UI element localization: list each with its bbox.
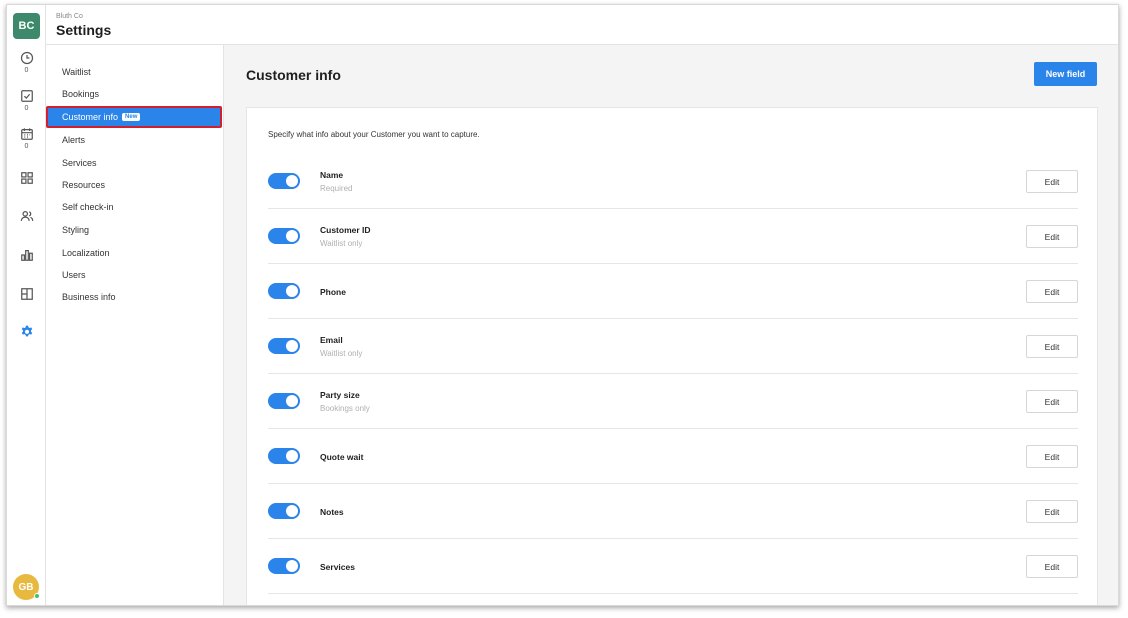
users-icon bbox=[20, 211, 33, 221]
app-title: Settings bbox=[56, 22, 112, 38]
calendar-icon bbox=[20, 128, 33, 140]
rail-layout[interactable] bbox=[7, 287, 46, 301]
edit-button[interactable]: Edit bbox=[1026, 225, 1078, 248]
field-toggle[interactable] bbox=[268, 503, 300, 519]
rail-analytics[interactable] bbox=[7, 248, 46, 262]
apps-grid-icon bbox=[20, 172, 33, 184]
icon-rail: BC 0 0 0 GB bbox=[7, 5, 46, 605]
field-toggle[interactable] bbox=[268, 338, 300, 354]
settings-nav: Waitlist Bookings Customer info New Aler… bbox=[46, 45, 224, 605]
rail-users[interactable] bbox=[7, 209, 46, 223]
gear-icon bbox=[21, 325, 32, 337]
edit-button[interactable]: Edit bbox=[1026, 555, 1078, 578]
rail-calendar[interactable]: 0 bbox=[7, 127, 46, 150]
field-row-customer-id: Customer ID Waitlist only Edit bbox=[268, 209, 1078, 264]
edit-button[interactable]: Edit bbox=[1026, 280, 1078, 303]
edit-button[interactable]: Edit bbox=[1026, 445, 1078, 468]
checkbox-icon bbox=[20, 90, 33, 102]
card-description: Specify what info about your Customer yo… bbox=[268, 130, 480, 139]
header: Bluth Co Settings bbox=[46, 5, 1118, 45]
customer-fields-card: Specify what info about your Customer yo… bbox=[246, 107, 1098, 605]
nav-item-bookings[interactable]: Bookings bbox=[62, 89, 99, 99]
field-row-email: Email Waitlist only Edit bbox=[268, 319, 1078, 374]
field-row-phone: Phone Edit bbox=[268, 264, 1078, 319]
field-name: Party size bbox=[320, 390, 360, 400]
field-name: Notes bbox=[320, 507, 344, 517]
new-badge: New bbox=[122, 113, 141, 121]
field-name: Email bbox=[320, 335, 343, 345]
field-toggle[interactable] bbox=[268, 448, 300, 464]
nav-item-waitlist[interactable]: Waitlist bbox=[62, 67, 91, 77]
nav-item-business-info[interactable]: Business info bbox=[62, 292, 116, 302]
field-toggle[interactable] bbox=[268, 283, 300, 299]
nav-item-customer-info[interactable]: Customer info New bbox=[46, 106, 222, 128]
org-name: Bluth Co bbox=[56, 13, 83, 20]
field-row-quote-wait: Quote wait Edit bbox=[268, 429, 1078, 484]
org-badge[interactable]: BC bbox=[13, 13, 40, 39]
nav-item-resources[interactable]: Resources bbox=[62, 180, 105, 190]
field-toggle[interactable] bbox=[268, 228, 300, 244]
edit-button[interactable]: Edit bbox=[1026, 500, 1078, 523]
layout-icon bbox=[20, 288, 33, 300]
field-row-party-size: Party size Bookings only Edit bbox=[268, 374, 1078, 429]
clock-icon bbox=[20, 51, 33, 65]
nav-item-self-check-in[interactable]: Self check-in bbox=[62, 202, 114, 212]
field-toggle[interactable] bbox=[268, 393, 300, 409]
field-name: Services bbox=[320, 562, 355, 572]
nav-item-styling[interactable]: Styling bbox=[62, 225, 89, 235]
field-row-notes: Notes Edit bbox=[268, 484, 1078, 539]
rail-count: 0 bbox=[24, 67, 29, 74]
main-content: Customer info New field Specify what inf… bbox=[224, 45, 1118, 605]
edit-button[interactable]: Edit bbox=[1026, 390, 1078, 413]
app-window: BC 0 0 0 GB Bluth Co Settings Waitlist B… bbox=[6, 4, 1119, 606]
field-row-services: Services Edit bbox=[268, 539, 1078, 594]
rail-count: 0 bbox=[24, 143, 29, 150]
field-subtitle: Required bbox=[320, 184, 353, 193]
nav-item-alerts[interactable]: Alerts bbox=[62, 135, 85, 145]
edit-button[interactable]: Edit bbox=[1026, 335, 1078, 358]
field-subtitle: Bookings only bbox=[320, 404, 370, 413]
nav-item-services[interactable]: Services bbox=[62, 158, 97, 168]
field-name: Quote wait bbox=[320, 452, 364, 462]
field-row-name: Name Required Edit bbox=[268, 154, 1078, 209]
rail-count: 0 bbox=[24, 105, 29, 112]
rail-apps[interactable] bbox=[7, 171, 46, 185]
rail-settings[interactable] bbox=[7, 324, 46, 338]
rail-waitlist[interactable]: 0 bbox=[7, 51, 46, 74]
field-toggle[interactable] bbox=[268, 558, 300, 574]
field-name: Phone bbox=[320, 287, 346, 297]
field-subtitle: Waitlist only bbox=[320, 239, 363, 248]
online-status-dot bbox=[34, 593, 40, 599]
field-name: Customer ID bbox=[320, 225, 371, 235]
edit-button[interactable]: Edit bbox=[1026, 170, 1078, 193]
field-subtitle: Waitlist only bbox=[320, 349, 363, 358]
bar-chart-icon bbox=[20, 250, 33, 261]
page-title: Customer info bbox=[246, 67, 341, 83]
field-toggle[interactable] bbox=[268, 173, 300, 189]
field-name: Name bbox=[320, 170, 344, 180]
nav-item-users[interactable]: Users bbox=[62, 270, 86, 280]
rail-tasks[interactable]: 0 bbox=[7, 89, 46, 112]
nav-item-localization[interactable]: Localization bbox=[62, 248, 110, 258]
new-field-button[interactable]: New field bbox=[1034, 62, 1097, 86]
nav-item-label: Customer info bbox=[62, 112, 119, 122]
